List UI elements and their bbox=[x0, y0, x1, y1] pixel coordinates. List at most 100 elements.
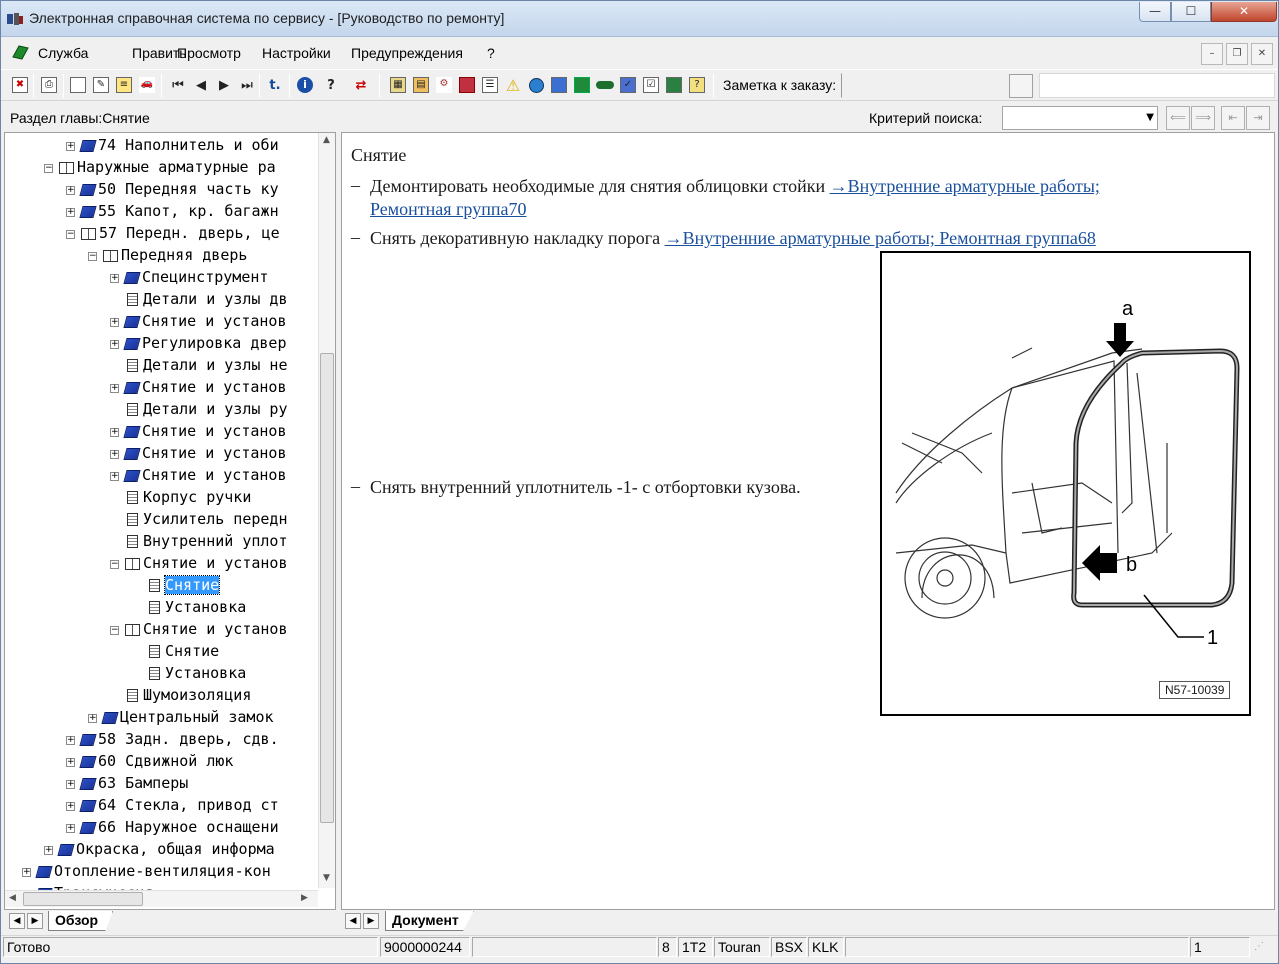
car-icon[interactable] bbox=[595, 74, 615, 96]
tab-document[interactable]: Документ bbox=[385, 911, 474, 931]
order-note-button[interactable] bbox=[1009, 74, 1033, 98]
expand-icon[interactable]: + bbox=[110, 274, 119, 283]
wiring-icon[interactable]: ⚙ bbox=[434, 74, 454, 96]
warning-icon[interactable]: ⚠ bbox=[503, 74, 523, 96]
sync-icon[interactable]: ⇄ bbox=[351, 74, 371, 96]
edit-document-icon[interactable]: ✎ bbox=[91, 74, 111, 96]
book-icon[interactable] bbox=[457, 74, 477, 96]
expand-icon[interactable]: + bbox=[110, 472, 119, 481]
tree-horizontal-scrollbar[interactable]: ◀ ▶ bbox=[5, 890, 318, 907]
manual-icon[interactable] bbox=[572, 74, 592, 96]
maximize-button[interactable]: ☐ bbox=[1171, 2, 1211, 22]
tree-item[interactable]: Установка bbox=[132, 597, 246, 617]
tree-item[interactable]: Снятие bbox=[132, 575, 221, 595]
expand-icon[interactable]: + bbox=[66, 142, 75, 151]
tree-item[interactable]: +60 Сдвижной люк bbox=[66, 751, 233, 771]
resize-grip-icon[interactable]: ⋰ bbox=[1251, 937, 1277, 957]
tree-item[interactable]: Детали и узлы дв bbox=[110, 289, 288, 309]
menu-settings[interactable]: Настройки bbox=[262, 45, 331, 61]
chevron-down-icon[interactable]: ▼ bbox=[1146, 112, 1154, 123]
tree-item[interactable]: + Специнструмент bbox=[110, 267, 268, 287]
minimize-button[interactable]: — bbox=[1139, 2, 1171, 22]
new-document-icon[interactable] bbox=[68, 74, 88, 96]
tab-next-icon[interactable]: ▶ bbox=[27, 913, 43, 929]
first-page-icon[interactable]: ⏮ bbox=[168, 74, 188, 96]
tree-item[interactable]: + Отопление-вентиляция-кон bbox=[22, 861, 271, 881]
tree-item[interactable]: Установка bbox=[132, 663, 246, 683]
tab-prev-icon[interactable]: ◀ bbox=[9, 913, 25, 929]
expand-icon[interactable]: + bbox=[66, 824, 75, 833]
help-icon[interactable]: ? bbox=[321, 74, 341, 96]
collapse-icon[interactable]: − bbox=[44, 164, 53, 173]
expand-icon[interactable]: + bbox=[66, 758, 75, 767]
order-note-field[interactable] bbox=[841, 73, 1006, 98]
diagnostics-icon[interactable]: ✓ bbox=[618, 74, 638, 96]
info-icon[interactable]: i bbox=[295, 74, 315, 96]
list-icon[interactable]: ☰ bbox=[480, 74, 500, 96]
search-back-icon[interactable]: ⟸ bbox=[1166, 106, 1190, 130]
collapse-icon[interactable]: − bbox=[110, 560, 119, 569]
previous-icon[interactable]: ◀ bbox=[191, 74, 211, 96]
tab-next-icon[interactable]: ▶ bbox=[363, 913, 379, 929]
expand-icon[interactable]: + bbox=[66, 802, 75, 811]
globe-icon[interactable] bbox=[526, 74, 546, 96]
notes-icon[interactable]: ≡ bbox=[114, 74, 134, 96]
tree-item[interactable]: Снятие bbox=[132, 641, 219, 661]
expand-icon[interactable]: + bbox=[110, 384, 119, 393]
collapse-icon[interactable]: − bbox=[88, 252, 97, 261]
up-level-icon[interactable]: t. bbox=[265, 74, 285, 96]
tree-vertical-scrollbar[interactable]: ▲ ▼ bbox=[318, 133, 335, 888]
expand-icon[interactable]: + bbox=[44, 846, 53, 855]
tree-item[interactable]: +63 Бамперы bbox=[66, 773, 188, 793]
checklist-icon[interactable]: ☑ bbox=[641, 74, 661, 96]
expand-icon[interactable]: + bbox=[22, 868, 31, 877]
print-icon[interactable]: ⎙ bbox=[39, 74, 59, 96]
mdi-close-button[interactable]: ✕ bbox=[1251, 43, 1273, 65]
collapse-icon[interactable]: − bbox=[110, 626, 119, 635]
expand-icon[interactable]: + bbox=[66, 736, 75, 745]
tools-icon[interactable] bbox=[664, 74, 684, 96]
tree-item[interactable]: + Окраска, общая информа bbox=[44, 839, 275, 859]
expand-icon[interactable]: + bbox=[66, 208, 75, 217]
search-next-icon[interactable]: ⇥ bbox=[1246, 106, 1270, 130]
close-button[interactable]: ✕ bbox=[1211, 2, 1277, 22]
bucket-icon[interactable] bbox=[549, 74, 569, 96]
tree-item[interactable]: + Центральный замок bbox=[88, 707, 274, 727]
tree-item[interactable]: − Снятие и установ bbox=[110, 553, 288, 573]
assistant-icon[interactable]: ? bbox=[687, 74, 707, 96]
search-forward-icon[interactable]: ⟹ bbox=[1191, 106, 1215, 130]
tree-item[interactable]: Детали и узлы не bbox=[110, 355, 288, 375]
tree-item[interactable]: + Снятие и установ bbox=[110, 465, 287, 485]
expand-icon[interactable]: + bbox=[66, 186, 75, 195]
calculator-icon[interactable]: ▦ bbox=[388, 74, 408, 96]
mdi-restore-button[interactable]: ❐ bbox=[1226, 43, 1248, 65]
menu-service[interactable]: Служба bbox=[38, 45, 88, 61]
collapse-icon[interactable]: − bbox=[66, 230, 75, 239]
tree-item[interactable]: Корпус ручки bbox=[110, 487, 251, 507]
last-page-icon[interactable]: ⏭ bbox=[237, 74, 257, 96]
tree-item[interactable]: +50 Передняя часть ку bbox=[66, 179, 279, 199]
vehicle-icon[interactable]: 🚗 bbox=[137, 74, 157, 96]
scroll-thumb[interactable] bbox=[320, 353, 334, 823]
menu-view[interactable]: Просмотр bbox=[177, 45, 241, 61]
expand-icon[interactable]: + bbox=[88, 714, 97, 723]
menu-warnings[interactable]: Предупреждения bbox=[351, 45, 463, 61]
tree-item[interactable]: +66 Наружное оснащени bbox=[66, 817, 279, 837]
tree-item[interactable]: Усилитель передн bbox=[110, 509, 288, 529]
tree-item[interactable]: + Снятие и установ bbox=[110, 311, 287, 331]
tree-item[interactable]: − Передняя дверь bbox=[88, 245, 247, 265]
tab-overview[interactable]: Обзор bbox=[48, 911, 114, 931]
tree-item[interactable]: +55 Капот, кр. багажн bbox=[66, 201, 279, 221]
search-prev-icon[interactable]: ⇤ bbox=[1221, 106, 1245, 130]
tab-prev-icon[interactable]: ◀ bbox=[345, 913, 361, 929]
scroll-thumb[interactable] bbox=[23, 892, 143, 906]
tree-item[interactable]: + Снятие и установ bbox=[110, 377, 287, 397]
next-icon[interactable]: ▶ bbox=[214, 74, 234, 96]
mdi-minimize-button[interactable]: – bbox=[1201, 43, 1223, 65]
expand-icon[interactable]: + bbox=[110, 318, 119, 327]
exit-icon[interactable]: ✖ bbox=[10, 74, 30, 96]
menu-help[interactable]: ? bbox=[487, 45, 495, 61]
link-interior-work-rg68[interactable]: →Внутренние арматурные работы; Ремонтная… bbox=[665, 228, 1096, 248]
tree-item[interactable]: +74 Наполнитель и оби bbox=[66, 135, 279, 155]
expand-icon[interactable]: + bbox=[110, 450, 119, 459]
